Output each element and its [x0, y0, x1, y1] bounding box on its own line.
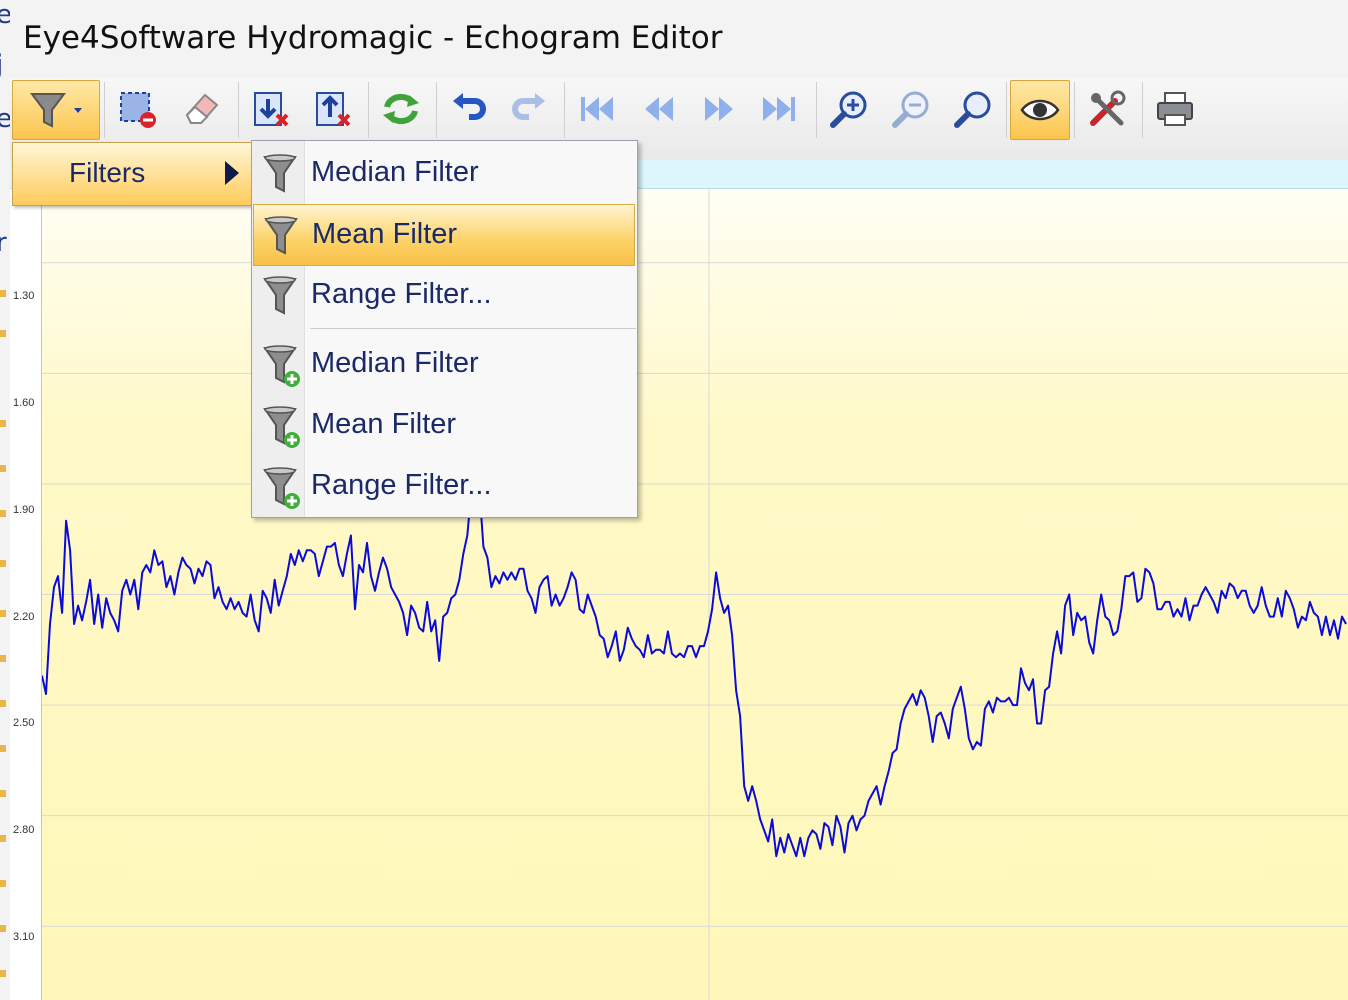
toolbar-separator	[1006, 82, 1007, 138]
select-remove-icon	[120, 92, 156, 128]
background-text-fragment: r	[0, 228, 7, 258]
print-button[interactable]	[1146, 80, 1204, 138]
select-remove-button[interactable]	[108, 80, 166, 138]
export-delete-button[interactable]	[304, 80, 362, 138]
skip-first-icon	[581, 97, 613, 121]
mean-filter-menu-item[interactable]: Mean Filter	[253, 204, 635, 266]
y-tick-label: 1.30	[13, 290, 35, 302]
menu-item-label: Mean Filter	[312, 218, 458, 250]
menu-item-label: Range Filter...	[311, 469, 492, 501]
filter-icon	[264, 216, 298, 255]
filter-icon	[263, 276, 297, 315]
eraser-icon	[185, 93, 219, 124]
y-tick-label: 1.60	[13, 397, 35, 409]
previous-button[interactable]	[630, 80, 688, 138]
add-median-filter-menu-item[interactable]: Median Filter	[253, 334, 635, 394]
rewind-icon	[645, 97, 673, 121]
background-marker	[0, 700, 6, 707]
zoom-out-icon	[892, 91, 929, 128]
y-tick-label: 2.20	[13, 611, 35, 623]
background-text-fragment: j	[0, 52, 3, 78]
export-delete-icon	[316, 92, 351, 127]
background-marker	[0, 745, 6, 752]
toolbar-separator	[368, 82, 369, 138]
zoom-out-button[interactable]	[882, 80, 940, 138]
title-bar[interactable]: Eye4Software Hydromagic - Echogram Edito…	[10, 0, 1348, 78]
y-tick-label: 2.80	[13, 824, 35, 836]
toolbar-separator	[564, 82, 565, 138]
last-button[interactable]	[750, 80, 808, 138]
median-filter-menu-item[interactable]: Median Filter	[253, 143, 635, 203]
filter-dropdown-icon	[30, 93, 82, 128]
toolbar-separator	[1142, 82, 1143, 138]
toolbar-separator	[104, 82, 105, 138]
toolbar-separator	[436, 82, 437, 138]
menu-item-label: Median Filter	[311, 156, 479, 188]
depth-axis: 1.30 1.60 1.90 2.20 2.50 2.80 3.10	[10, 189, 42, 1000]
filter-add-icon	[263, 406, 300, 448]
menu-item-label: Range Filter...	[311, 278, 492, 310]
zoom-in-button[interactable]	[820, 80, 878, 138]
zoom-icon	[954, 91, 991, 128]
background-marker	[0, 465, 6, 472]
filter-add-icon	[263, 467, 300, 509]
toolbar-separator	[238, 82, 239, 138]
tools-button[interactable]	[1078, 80, 1136, 138]
next-button[interactable]	[690, 80, 748, 138]
background-marker	[0, 925, 6, 932]
window-title: Eye4Software Hydromagic - Echogram Edito…	[23, 20, 723, 56]
zoom-in-icon	[830, 91, 867, 128]
zoom-button[interactable]	[944, 80, 1002, 138]
echogram-plot[interactable]	[42, 189, 1348, 1000]
background-marker	[0, 790, 6, 797]
refresh-button[interactable]	[372, 80, 430, 138]
undo-button[interactable]	[440, 80, 498, 138]
eraser-button[interactable]	[172, 80, 230, 138]
fast-forward-icon	[705, 97, 733, 121]
menu-item-label: Mean Filter	[311, 408, 457, 440]
background-marker	[0, 835, 6, 842]
filters-submenu: Median Filter Mean Filter Range Filter..…	[251, 140, 638, 518]
filters-menu-label: Filters	[69, 157, 146, 188]
background-marker	[0, 970, 6, 977]
submenu-arrow-icon	[225, 161, 239, 185]
eye-icon	[1020, 99, 1060, 121]
background-marker	[0, 290, 6, 297]
filter-add-icon	[263, 345, 300, 387]
background-marker	[0, 330, 6, 337]
tools-icon	[1090, 90, 1126, 126]
import-delete-button[interactable]	[242, 80, 300, 138]
filters-menu-item[interactable]: Filters	[12, 142, 254, 206]
filter-dropdown-button[interactable]	[12, 80, 100, 140]
first-button[interactable]	[568, 80, 626, 138]
background-marker	[0, 560, 6, 567]
toolbar-separator	[816, 82, 817, 138]
echogram-chart[interactable]	[42, 189, 1348, 1000]
add-mean-filter-menu-item[interactable]: Mean Filter	[253, 395, 635, 455]
menu-item-label: Median Filter	[311, 347, 479, 379]
redo-icon	[512, 93, 545, 120]
background-marker	[0, 880, 6, 887]
print-icon	[1157, 92, 1193, 126]
undo-icon	[453, 93, 486, 120]
depth-series-line	[42, 457, 1347, 858]
y-tick-label: 1.90	[13, 504, 35, 516]
redo-button[interactable]	[500, 80, 558, 138]
add-range-filter-menu-item[interactable]: Range Filter...	[253, 456, 635, 516]
background-marker	[0, 420, 6, 427]
y-tick-label: 3.10	[13, 931, 35, 943]
refresh-icon	[383, 93, 419, 125]
filter-icon	[263, 154, 297, 193]
background-marker	[0, 510, 6, 517]
menu-separator	[310, 328, 636, 329]
toolbar-separator	[1074, 82, 1075, 138]
import-delete-icon	[254, 92, 289, 127]
skip-last-icon	[763, 97, 795, 121]
background-marker	[0, 610, 6, 617]
range-filter-menu-item[interactable]: Range Filter...	[253, 265, 635, 325]
view-toggle-button[interactable]	[1010, 80, 1070, 140]
y-tick-label: 2.50	[13, 717, 35, 729]
background-marker	[0, 655, 6, 662]
